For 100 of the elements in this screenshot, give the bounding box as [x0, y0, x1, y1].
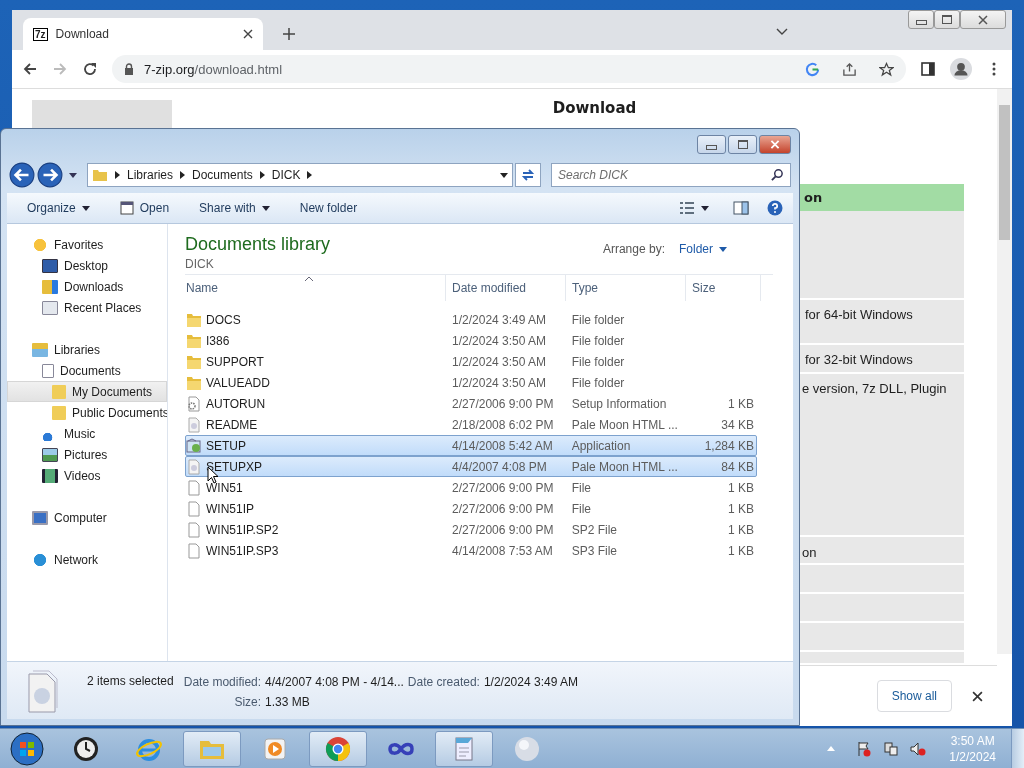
maximize-button[interactable]: [728, 134, 757, 154]
arrange-dropdown[interactable]: Folder: [673, 241, 733, 257]
side-panel-icon[interactable]: [920, 61, 936, 77]
breadcrumb-item[interactable]: Libraries: [127, 168, 174, 182]
file-name: VALUEADD: [206, 375, 270, 390]
start-button[interactable]: [10, 731, 44, 766]
file-row[interactable]: SUPPORT 1/2/2024 3:50 AM File folder: [185, 351, 757, 372]
profile-avatar-icon[interactable]: [950, 58, 972, 80]
breadcrumb-item[interactable]: Documents: [192, 168, 253, 182]
file-row[interactable]: SETUPXP 4/4/2007 4:08 PM Pale Moon HTML ... 84 KB: [185, 456, 757, 477]
toolbar-button[interactable]: Open: [111, 197, 178, 219]
file-row[interactable]: WIN51IP 2/27/2006 9:00 PM File 1 KB: [185, 498, 757, 519]
file-row[interactable]: DOCS 1/2/2024 3:49 AM File folder: [185, 309, 757, 330]
breadcrumb-item[interactable]: DICK: [271, 168, 301, 182]
url-text: 7-zip.org/download.html: [144, 61, 283, 77]
file-row[interactable]: AUTORUN 2/27/2006 9:00 PM Setup Information 1 KB: [185, 393, 757, 414]
nav-pane-item[interactable]: Pictures: [7, 444, 167, 465]
flag-icon[interactable]: [856, 740, 873, 757]
nav-pane-item[interactable]: Favorites: [7, 234, 167, 255]
desktop-icon: [42, 258, 58, 273]
documents-icon: [42, 363, 54, 378]
nav-pane-item[interactable]: Computer: [7, 507, 167, 528]
date-cell-text: 4/4/2007 4:08 PM: [451, 459, 548, 474]
nav-pane-item[interactable]: Libraries: [7, 339, 167, 360]
browser-tab[interactable]: 7z Download: [23, 18, 263, 50]
computer-icon: [32, 510, 48, 525]
speaker-muted-icon[interactable]: [910, 740, 927, 757]
arrow-icon[interactable]: [259, 171, 265, 179]
scrollbar-thumb[interactable]: [999, 105, 1010, 240]
size-cell: 84 KB: [721, 459, 754, 474]
type-cell-text: Pale Moon HTML ...: [570, 459, 679, 474]
search-field[interactable]: Search DICK: [551, 163, 791, 187]
size-cell: 34 KB: [721, 417, 754, 432]
date-cell-text: 2/27/2006 9:00 PM: [451, 396, 555, 411]
nav-pane-item[interactable]: Music: [7, 423, 167, 444]
arrow-icon[interactable]: [180, 171, 186, 179]
show-desktop-button[interactable]: [1011, 728, 1024, 768]
back-button[interactable]: [9, 162, 35, 188]
nav-pane-item[interactable]: Downloads: [7, 276, 167, 297]
file-icon: [186, 500, 202, 517]
view-list-icon[interactable]: [679, 201, 695, 215]
minimize-button[interactable]: [908, 10, 934, 29]
close-icon[interactable]: [972, 690, 983, 702]
google-icon[interactable]: [805, 61, 820, 77]
chevron-down-icon[interactable]: [776, 28, 788, 36]
nav-pane-item[interactable]: Videos: [7, 465, 167, 486]
search-icon[interactable]: [771, 168, 784, 181]
forward-button[interactable]: [37, 162, 63, 188]
nav-pane-item[interactable]: Documents: [7, 360, 167, 381]
file-row[interactable]: WIN51IP.SP3 4/14/2008 7:53 AM SP3 File 1 KB: [185, 540, 757, 561]
column-header[interactable]: Date modified: [446, 275, 566, 301]
arrow-icon[interactable]: [115, 171, 120, 179]
file-row[interactable]: I386 1/2/2024 3:50 AM File folder: [185, 330, 757, 351]
column-header[interactable]: Size: [686, 275, 761, 301]
column-header[interactable]: Type: [566, 275, 686, 301]
preview-pane-icon[interactable]: [733, 201, 749, 215]
nav-pane-item[interactable]: Desktop: [7, 255, 167, 276]
new-tab-icon[interactable]: [283, 28, 295, 40]
arrow-icon[interactable]: [307, 171, 313, 179]
nav-pane-item[interactable]: Network: [7, 549, 167, 570]
videos-icon: [42, 468, 58, 483]
settings-file-icon: [186, 395, 202, 412]
file-name: WIN51IP: [206, 501, 254, 516]
maximize-button[interactable]: [934, 10, 960, 29]
file-row[interactable]: README 2/18/2008 6:02 PM Pale Moon HTML ... 34 KB: [185, 414, 757, 435]
installer-icon: [186, 437, 202, 454]
pictures-icon: [42, 447, 58, 462]
caret-icon[interactable]: [500, 172, 508, 178]
menu-button[interactable]: Organize: [19, 197, 98, 219]
file-row[interactable]: WIN51 2/27/2006 9:00 PM File 1 KB: [185, 477, 757, 498]
size-cell: 1 KB: [728, 396, 754, 411]
arrange-by-label: Arrange by:: [602, 242, 665, 256]
scrollbar[interactable]: [997, 89, 1012, 654]
close-icon[interactable]: [243, 29, 253, 39]
toolbar-button[interactable]: New folder: [291, 197, 366, 219]
nav-pane-item[interactable]: Recent Places: [7, 297, 167, 318]
nav-pane-item[interactable]: My Documents: [7, 381, 167, 402]
file-name: SUPPORT: [206, 354, 264, 369]
minimize-button[interactable]: [697, 134, 726, 154]
file-row[interactable]: WIN51IP.SP2 2/27/2006 9:00 PM SP2 File 1 KB: [185, 519, 757, 540]
address-bar[interactable]: Libraries Documents DICK: [87, 163, 513, 187]
show-all-button[interactable]: Show all: [876, 680, 952, 712]
selection-count: 2 items selected: [87, 674, 174, 688]
folder-icon: [186, 353, 202, 370]
caret-icon[interactable]: [701, 205, 709, 211]
close-button[interactable]: [759, 134, 791, 154]
help-icon[interactable]: [767, 200, 783, 216]
address-bar[interactable]: 7-zip.org/download.html: [112, 55, 906, 83]
refresh-button[interactable]: [515, 163, 541, 187]
file-name: SETUP: [206, 438, 246, 453]
reload-icon[interactable]: [82, 61, 98, 77]
file-row[interactable]: SETUP 4/14/2008 5:42 AM Application 1,284 KB: [185, 435, 757, 456]
file-name: DOCS: [206, 312, 241, 327]
share-icon[interactable]: [842, 61, 857, 77]
caret-icon: [81, 205, 90, 211]
menu-button[interactable]: Share with: [191, 197, 278, 219]
caret-icon[interactable]: [69, 172, 77, 178]
back-arrow-icon[interactable]: [22, 61, 38, 77]
file-row[interactable]: VALUEADD 1/2/2024 3:50 AM File folder: [185, 372, 757, 393]
column-header[interactable]: Name: [185, 275, 446, 301]
